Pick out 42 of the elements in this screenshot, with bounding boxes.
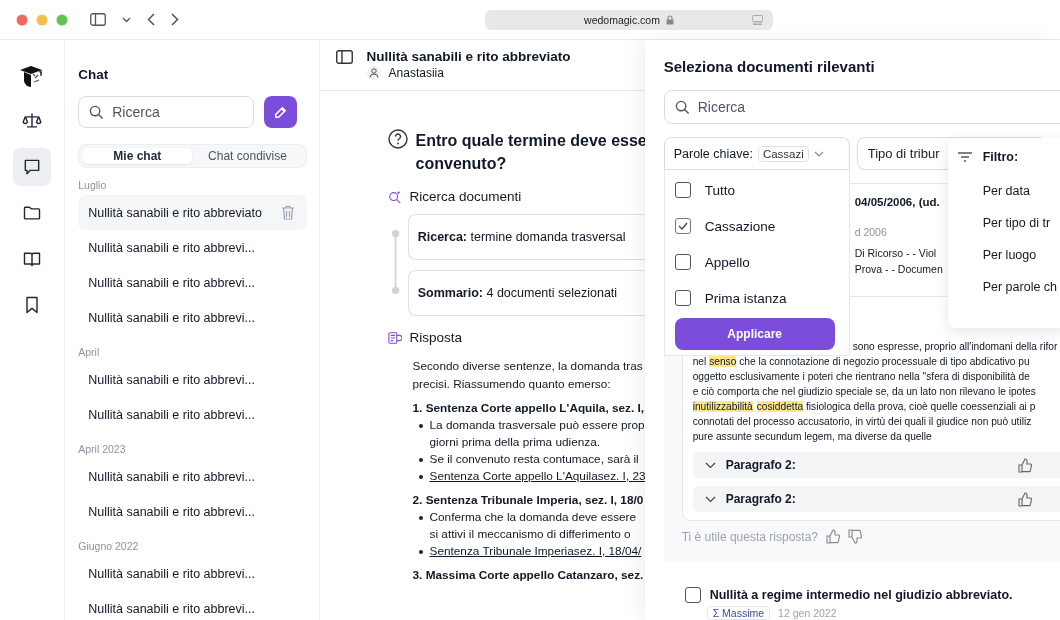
chat-title: Nullità sanabili e rito abbrevi... <box>88 601 255 616</box>
chat-title: Nullità sanabili e rito abbrevi... <box>88 504 255 519</box>
user-name: Anastasiia <box>388 66 444 80</box>
source-title: 3. Massima Corte appello Catanzaro, sez. <box>412 567 645 584</box>
answer-text: Secondo diverse sentenze, la domanda tras precisi. Riassumendo quanto emerso: <box>412 358 644 393</box>
chat-title: Nullità sanabili e rito abbreviato <box>88 205 262 220</box>
chat-title: Nullità sanabili e rito abbrevi... <box>88 566 255 581</box>
panel-title: Seleziona documenti rilevanti <box>663 58 876 75</box>
filter-label: Parole chiave: <box>673 146 753 161</box>
group-label: April 2023 <box>78 443 127 455</box>
filter-menu-title: Filtro: <box>982 150 1019 164</box>
step-card: Sommario: 4 documenti selezionati <box>407 270 645 316</box>
chat-title: Nullità sanabili e rito abbrevi... <box>88 310 255 325</box>
document-date: d 2006 <box>854 226 887 238</box>
chat-title: Nullità sanabili e rito abbrevi... <box>88 469 255 484</box>
chat-title: Nullità sanabili e rito abbreviato <box>366 49 571 64</box>
section-label: Risposta <box>409 330 463 345</box>
feedback-question: Ti è utile questa risposta? <box>681 529 818 544</box>
paragraph-label: Paragrafo 2: <box>725 458 796 472</box>
sidebar-title: Chat <box>78 67 110 82</box>
bullet-text: La domanda trasversale può essere prop giorni prima della prima udienza. <box>429 417 645 451</box>
section-label: Ricerca documenti <box>409 189 522 204</box>
document-title: Nullità a regime intermedio nel giudizio abbreviato. <box>709 588 1013 602</box>
chat-title: Nullità sanabili e rito abbrevi... <box>88 372 255 387</box>
document-tags: Di Ricorso - - Viol Prova - - Documen <box>854 245 943 277</box>
bullet-text: Se il convenuto resta contumace, sarà il <box>429 451 639 468</box>
bullet-text: Conferma che la domanda deve essere si attivi il meccanismo di differimento o <box>429 509 637 543</box>
chat-title: Nullità sanabili e rito abbrevi... <box>88 407 255 422</box>
source-title: 1. Sentenza Corte appello L'Aquila, sez. I, <box>412 400 645 417</box>
chat-title: Nullità sanabili e rito abbrevi... <box>88 240 255 255</box>
group-label: Giugno 2022 <box>78 540 140 552</box>
chat-title: Nullità sanabili e rito abbrevi... <box>88 275 255 290</box>
document-tag: Σ Massime <box>706 606 771 620</box>
group-label: April <box>78 346 101 358</box>
document-title: 04/05/2006, (ud. <box>854 196 941 208</box>
step-card: Ricerca: termine domanda trasversal <box>407 214 645 260</box>
source-title: 2. Sentenza Tribunale Imperia, sez. I, 18/0 <box>412 492 645 509</box>
group-label: Luglio <box>78 179 108 191</box>
document-date: 12 gen 2022 <box>778 607 837 619</box>
question-text: Entro quale termine deve esse convenuto? <box>415 131 647 174</box>
paragraph-label: Paragrafo 2: <box>725 492 796 506</box>
filter-value: Cassazi <box>757 145 809 162</box>
